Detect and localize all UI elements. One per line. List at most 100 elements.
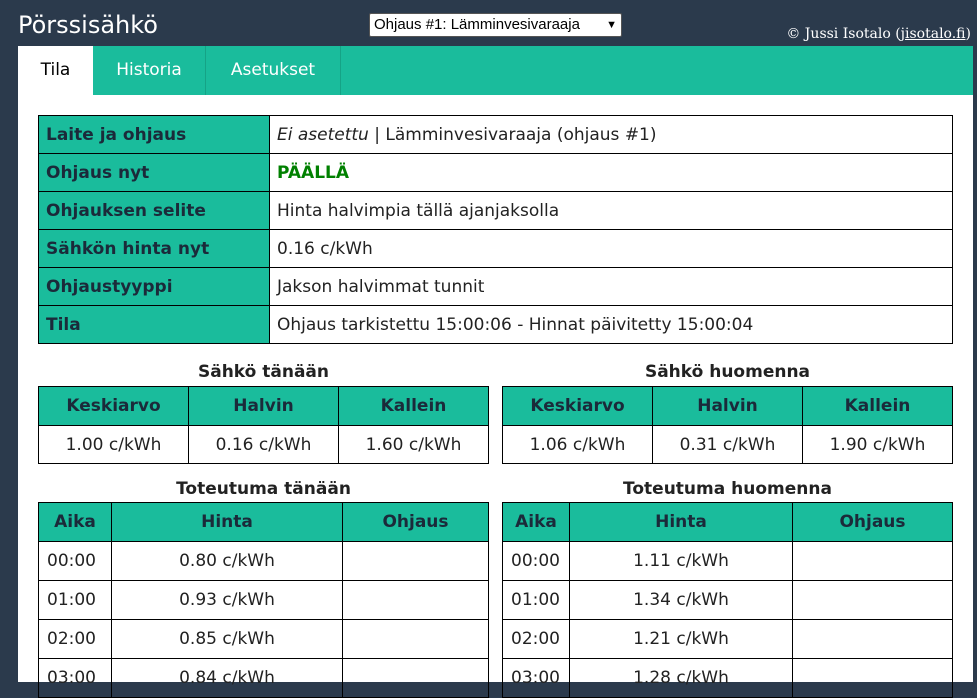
hour-time: 03:00: [502, 658, 570, 698]
app-title: Pörssisähkö: [18, 11, 158, 39]
table-row: 1.06 c/kWh 0.31 c/kWh 1.90 c/kWh: [502, 425, 953, 464]
content-panel: Laite ja ohjaus Ei asetettu | Lämminvesi…: [18, 95, 973, 698]
status-value: Hinta halvimpia tällä ajanjaksolla: [269, 191, 953, 230]
stat-value: 1.90 c/kWh: [802, 425, 953, 464]
tomorrow-summary-title: Sähkö huomenna: [644, 362, 811, 382]
column-header: Halvin: [188, 386, 339, 426]
hour-price: 0.80 c/kWh: [111, 541, 343, 581]
table-row: 03:00 0.84 c/kWh: [38, 658, 489, 698]
tomorrow-summary-table: Keskiarvo Halvin Kallein 1.06 c/kWh 0.31…: [502, 386, 953, 464]
hour-time: 00:00: [502, 541, 570, 581]
hour-control: [342, 541, 489, 581]
tab-tila[interactable]: Tila: [18, 46, 93, 95]
hour-price: 1.34 c/kWh: [569, 580, 793, 620]
hour-time: 02:00: [38, 619, 112, 659]
column-header: Hinta: [569, 502, 793, 542]
column-header: Ohjaus: [342, 502, 489, 542]
column-header: Ohjaus: [792, 502, 953, 542]
tomorrow-hours-title: Toteutuma huomenna: [623, 479, 832, 499]
tab-asetukset[interactable]: Asetukset: [206, 46, 341, 95]
table-row: 02:00 1.21 c/kWh: [502, 619, 953, 659]
credit-prefix: © Jussi Isotalo (: [786, 26, 901, 42]
hour-price: 0.93 c/kWh: [111, 580, 343, 620]
hour-time: 01:00: [502, 580, 570, 620]
column-header: Keskiarvo: [38, 386, 189, 426]
today-hours-title: Toteutuma tänään: [176, 479, 351, 499]
table-row: 02:00 0.85 c/kWh: [38, 619, 489, 659]
tomorrow-hours-table: Aika Hinta Ohjaus 00:00 1.11 c/kWh 01:00…: [502, 502, 953, 698]
hour-control: [792, 658, 953, 698]
today-summary-title: Sähkö tänään: [197, 362, 329, 382]
status-label: Tila: [38, 305, 270, 344]
status-label: Ohjaustyyppi: [38, 267, 270, 306]
table-row: 01:00 1.34 c/kWh: [502, 580, 953, 620]
status-table: Laite ja ohjaus Ei asetettu | Lämminvesi…: [38, 115, 953, 344]
status-value: Ohjaus tarkistettu 15:00:06 - Hinnat päi…: [269, 305, 953, 344]
status-label: Ohjauksen selite: [38, 191, 270, 230]
hour-price: 1.28 c/kWh: [569, 658, 793, 698]
control-state: PÄÄLLÄ: [277, 162, 350, 183]
table-row: 1.00 c/kWh 0.16 c/kWh 1.60 c/kWh: [38, 425, 489, 464]
hour-time: 03:00: [38, 658, 112, 698]
status-value: PÄÄLLÄ: [269, 153, 953, 192]
status-value: Ei asetettu | Lämminvesivaraaja (ohjaus …: [269, 115, 953, 154]
table-row: Tila Ohjaus tarkistettu 15:00:06 - Hinna…: [38, 305, 953, 344]
status-value: Jakson halvimmat tunnit: [269, 267, 953, 306]
table-row: 01:00 0.93 c/kWh: [38, 580, 489, 620]
stat-value: 1.06 c/kWh: [502, 425, 653, 464]
column-header: Keskiarvo: [502, 386, 653, 426]
credit-link[interactable]: jisotalo.fi: [901, 26, 966, 42]
table-row: 03:00 1.28 c/kWh: [502, 658, 953, 698]
today-summary-table: Keskiarvo Halvin Kallein 1.00 c/kWh 0.16…: [38, 386, 489, 464]
top-bar: Pörssisähkö Ohjaus #1: Lämminvesivaraaja…: [0, 0, 977, 46]
device-select[interactable]: Ohjaus #1: Lämminvesivaraaja ▼: [369, 13, 622, 37]
column-header: Aika: [38, 502, 112, 542]
status-value: 0.16 c/kWh: [269, 229, 953, 268]
table-row: Aika Hinta Ohjaus: [502, 502, 953, 542]
status-label: Laite ja ohjaus: [38, 115, 270, 154]
hour-time: 01:00: [38, 580, 112, 620]
status-value-em: Ei asetettu: [277, 124, 369, 145]
stat-value: 0.16 c/kWh: [188, 425, 339, 464]
column-header: Halvin: [652, 386, 803, 426]
stat-value: 1.00 c/kWh: [38, 425, 189, 464]
table-row: Keskiarvo Halvin Kallein: [502, 386, 953, 426]
hour-time: 00:00: [38, 541, 112, 581]
column-header: Kallein: [802, 386, 953, 426]
table-row: Keskiarvo Halvin Kallein: [38, 386, 489, 426]
column-header: Aika: [502, 502, 570, 542]
hour-control: [342, 658, 489, 698]
tab-historia[interactable]: Historia: [93, 46, 206, 95]
status-label: Sähkön hinta nyt: [38, 229, 270, 268]
hour-price: 1.21 c/kWh: [569, 619, 793, 659]
tab-bar: Tila Historia Asetukset: [18, 46, 973, 95]
hour-price: 1.11 c/kWh: [569, 541, 793, 581]
column-header: Hinta: [111, 502, 343, 542]
hour-price: 0.84 c/kWh: [111, 658, 343, 698]
table-row: Laite ja ohjaus Ei asetettu | Lämminvesi…: [38, 115, 953, 154]
hour-control: [342, 580, 489, 620]
table-row: Aika Hinta Ohjaus: [38, 502, 489, 542]
status-value-rest: | Lämminvesivaraaja (ohjaus #1): [368, 124, 657, 145]
hour-time: 02:00: [502, 619, 570, 659]
credit-suffix: ): [965, 26, 971, 42]
table-row: Ohjauksen selite Hinta halvimpia tällä a…: [38, 191, 953, 230]
table-row: 00:00 0.80 c/kWh: [38, 541, 489, 581]
hour-control: [792, 580, 953, 620]
hour-price: 0.85 c/kWh: [111, 619, 343, 659]
table-row: Sähkön hinta nyt 0.16 c/kWh: [38, 229, 953, 268]
hour-control: [342, 619, 489, 659]
stat-value: 1.60 c/kWh: [338, 425, 489, 464]
stat-value: 0.31 c/kWh: [652, 425, 803, 464]
table-row: Ohjaus nyt PÄÄLLÄ: [38, 153, 953, 192]
chevron-down-icon: ▼: [606, 19, 617, 31]
credit: © Jussi Isotalo (jisotalo.fi): [786, 26, 971, 42]
status-label: Ohjaus nyt: [38, 153, 270, 192]
table-row: Ohjaustyyppi Jakson halvimmat tunnit: [38, 267, 953, 306]
hour-control: [792, 619, 953, 659]
table-row: 00:00 1.11 c/kWh: [502, 541, 953, 581]
hour-control: [792, 541, 953, 581]
column-header: Kallein: [338, 386, 489, 426]
device-select-value: Ohjaus #1: Lämminvesivaraaja: [374, 16, 580, 33]
today-hours-table: Aika Hinta Ohjaus 00:00 0.80 c/kWh 01:00…: [38, 502, 489, 698]
